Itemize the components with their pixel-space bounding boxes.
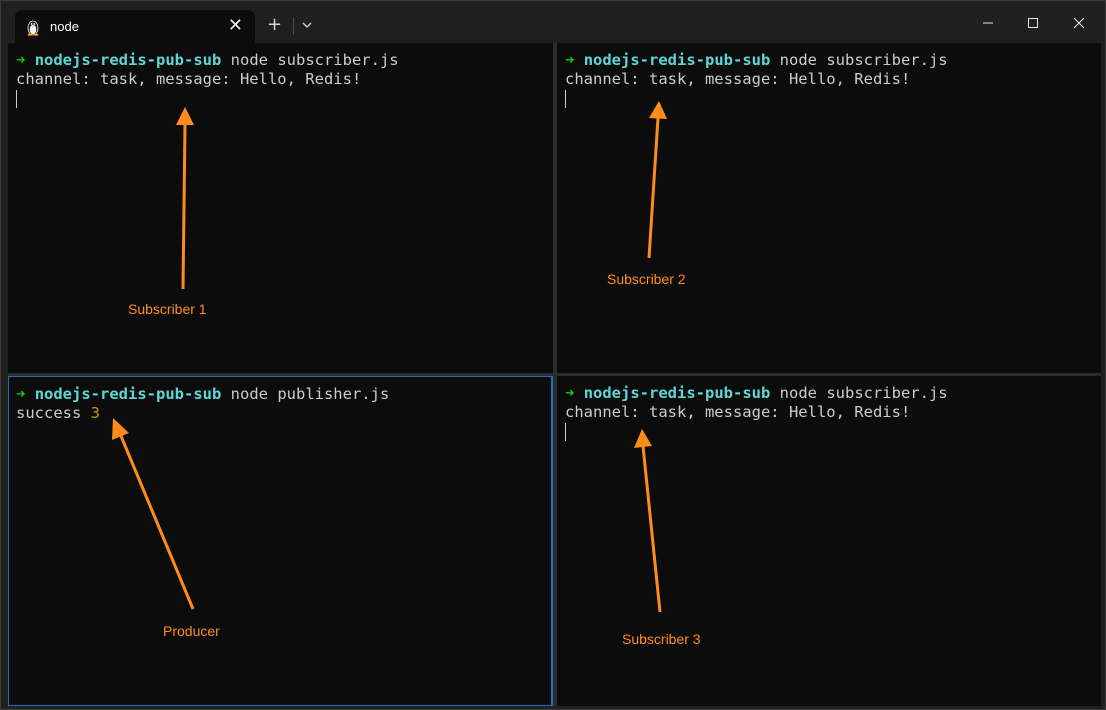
- annotation-label-subscriber-3: Subscriber 3: [622, 631, 701, 647]
- prompt-directory: nodejs-redis-pub-sub: [34, 385, 222, 403]
- terminal-pane-top-right[interactable]: ➜ nodejs-redis-pub-sub node subscriber.j…: [557, 43, 1101, 373]
- prompt-command: node subscriber.js: [770, 384, 948, 402]
- title-bar: node ✕ +: [1, 1, 1105, 44]
- prompt-line: ➜ nodejs-redis-pub-sub node publisher.js: [16, 385, 389, 404]
- output-line: channel: task, message: Hello, Redis!: [16, 70, 362, 88]
- terminal-window: node ✕ + ➜ nodejs-redis-pub-sub node sub…: [0, 0, 1106, 710]
- output-text: success: [16, 404, 91, 422]
- prompt-line: ➜ nodejs-redis-pub-sub node subscriber.j…: [565, 384, 948, 403]
- linux-penguin-icon: [27, 20, 39, 36]
- terminal-pane-bottom-right[interactable]: ➜ nodejs-redis-pub-sub node subscriber.j…: [557, 376, 1101, 706]
- prompt-line: ➜ nodejs-redis-pub-sub node subscriber.j…: [16, 51, 399, 70]
- prompt-command: node subscriber.js: [770, 51, 948, 69]
- pane-divider-horizontal[interactable]: [8, 373, 1101, 376]
- terminal-pane-top-left[interactable]: ➜ nodejs-redis-pub-sub node subscriber.j…: [8, 43, 553, 373]
- minimize-icon[interactable]: [965, 8, 1011, 38]
- output-count: 3: [90, 404, 100, 422]
- text-cursor: [565, 90, 566, 108]
- text-cursor: [565, 423, 566, 441]
- close-window-icon[interactable]: [1056, 8, 1102, 38]
- prompt-directory: nodejs-redis-pub-sub: [34, 51, 222, 69]
- output-line: channel: task, message: Hello, Redis!: [565, 403, 911, 421]
- annotation-label-subscriber-2: Subscriber 2: [607, 271, 686, 287]
- prompt-arrow-icon: ➜: [565, 384, 575, 402]
- text-cursor: [16, 90, 17, 108]
- prompt-command: node subscriber.js: [221, 51, 399, 69]
- prompt-arrow-icon: ➜: [16, 51, 26, 69]
- prompt-line: ➜ nodejs-redis-pub-sub node subscriber.j…: [565, 51, 948, 70]
- chevron-down-icon[interactable]: [299, 15, 315, 35]
- new-tab-plus-icon[interactable]: +: [267, 14, 282, 35]
- titlebar-separator: [293, 17, 294, 35]
- tab-close-icon[interactable]: ✕: [228, 16, 243, 36]
- prompt-directory: nodejs-redis-pub-sub: [583, 384, 771, 402]
- prompt-command: node publisher.js: [221, 385, 390, 403]
- annotation-label-subscriber-1: Subscriber 1: [128, 301, 207, 317]
- terminal-pane-bottom-left[interactable]: ➜ nodejs-redis-pub-sub node publisher.js…: [8, 376, 553, 706]
- maximize-icon[interactable]: [1010, 8, 1056, 38]
- prompt-arrow-icon: ➜: [565, 51, 575, 69]
- annotation-label-producer: Producer: [163, 623, 220, 639]
- output-line: success 3: [16, 404, 100, 423]
- prompt-arrow-icon: ➜: [16, 385, 26, 403]
- tab-title: node: [50, 19, 79, 34]
- tab-node[interactable]: node ✕: [15, 10, 255, 44]
- prompt-directory: nodejs-redis-pub-sub: [583, 51, 771, 69]
- output-line: channel: task, message: Hello, Redis!: [565, 70, 911, 88]
